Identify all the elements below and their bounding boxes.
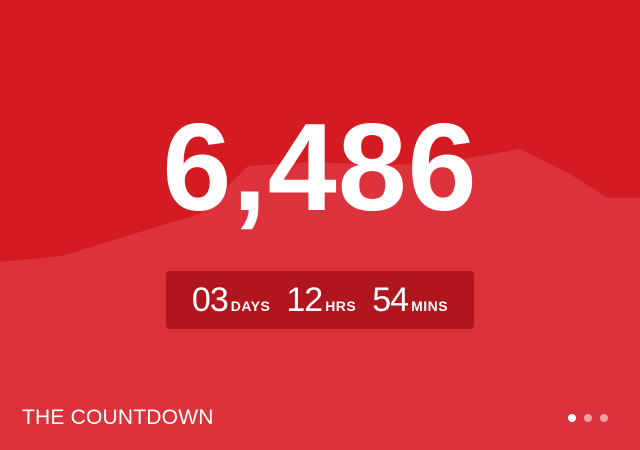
days-label: DAYS	[230, 298, 271, 314]
pagination-dot-1[interactable]	[568, 414, 576, 422]
hours-value: 12	[286, 281, 323, 319]
hours-unit: 12 HRS	[286, 280, 356, 320]
minutes-unit: 54 MINS	[372, 280, 448, 320]
pagination-dot-2[interactable]	[584, 414, 592, 422]
countdown-number: 6,486	[162, 99, 478, 237]
countdown-card: 6,486 03 DAYS 12 HRS 54 MINS THE COUNTDO…	[0, 0, 640, 450]
hours-label: HRS	[325, 298, 357, 314]
time-remaining-box: 03 DAYS 12 HRS 54 MINS	[166, 271, 474, 329]
days-value: 03	[191, 281, 229, 319]
days-unit: 03 DAYS	[192, 280, 270, 320]
footer-title: THE COUNTDOWN	[22, 406, 214, 429]
minutes-value: 54	[372, 281, 409, 319]
pagination-dots	[568, 414, 608, 422]
pagination-dot-3[interactable]	[600, 414, 608, 422]
minutes-label: MINS	[411, 298, 449, 314]
